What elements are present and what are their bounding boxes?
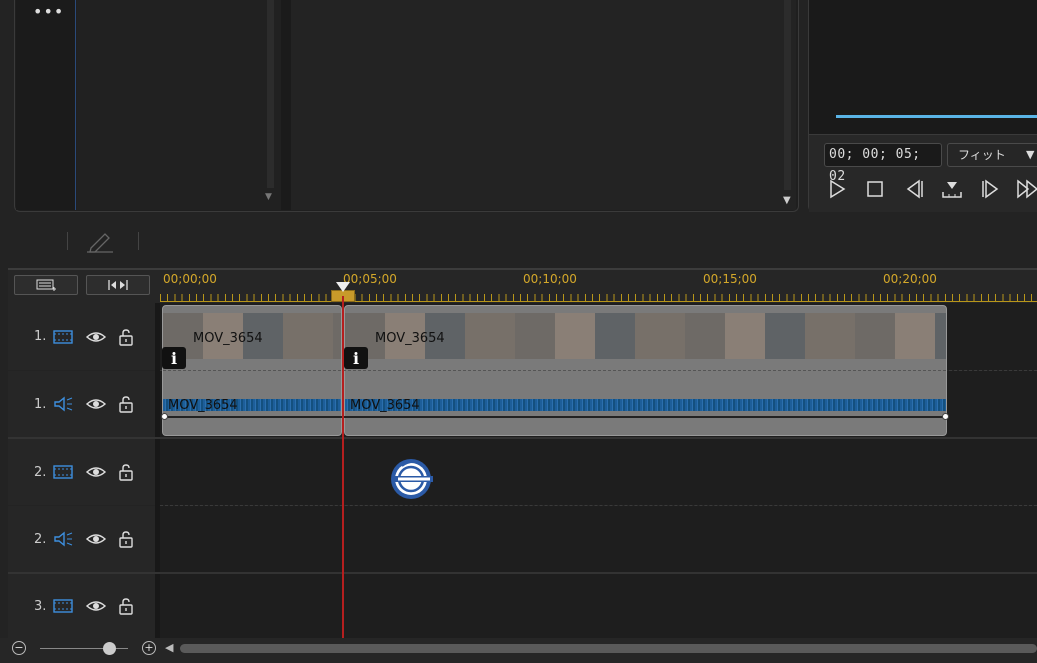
track-header-video-3: 3.	[8, 574, 155, 638]
info-icon[interactable]: i	[162, 347, 186, 369]
unlock-icon[interactable]	[117, 597, 135, 615]
eye-icon[interactable]	[85, 464, 107, 480]
ruler-label: 00;05;00	[343, 272, 397, 286]
zoom-out-button[interactable]: −	[12, 641, 26, 655]
content-scrollbar[interactable]: ▼	[780, 0, 794, 210]
playhead-handle[interactable]	[336, 282, 350, 292]
track-number: 1.	[34, 396, 47, 412]
volume-keyframe[interactable]	[161, 413, 168, 420]
timeline-horizontal-scrollbar[interactable]	[180, 644, 1037, 653]
scroll-down-icon[interactable]: ▼	[783, 195, 791, 206]
eye-icon[interactable]	[85, 598, 107, 614]
chevron-down-icon: ▼	[1026, 148, 1035, 161]
ruler-label: 00;15;00	[703, 272, 757, 286]
video-track-icon	[53, 465, 73, 479]
fit-label: フィット	[958, 148, 1006, 162]
track-row-video-2[interactable]	[160, 439, 1037, 505]
clip-title: MOV_3654	[168, 398, 238, 413]
logo-overlay-clip[interactable]	[388, 456, 436, 502]
media-content-pane	[291, 0, 796, 210]
next-frame-button[interactable]	[979, 177, 1003, 201]
scroll-down-icon[interactable]: ▼	[265, 192, 272, 202]
eye-icon[interactable]	[85, 531, 107, 547]
more-options-button[interactable]: •••	[33, 2, 64, 21]
track-header-audio-1: 1.	[8, 371, 155, 437]
preview-progress-bar[interactable]	[836, 115, 1037, 118]
pane-divider[interactable]	[281, 0, 291, 210]
playhead-line	[342, 296, 344, 638]
track-header-video-2: 2.	[8, 439, 155, 505]
ruler-label: 00;20;00	[883, 272, 937, 286]
video-track-icon	[53, 329, 73, 344]
toolbar-divider	[67, 232, 68, 250]
track-number: 2.	[34, 531, 47, 547]
fast-forward-button[interactable]	[1016, 177, 1037, 201]
unlock-icon[interactable]	[117, 463, 135, 481]
fit-timeline-icon	[108, 280, 128, 290]
track-row-audio-2[interactable]	[160, 506, 1037, 572]
snapshot-button[interactable]	[940, 177, 964, 201]
fit-timeline-button[interactable]	[86, 275, 150, 295]
track-manager-icon	[36, 279, 56, 291]
scroll-left-icon[interactable]: ◀	[165, 641, 173, 654]
previous-frame-icon	[906, 179, 923, 199]
unlock-icon[interactable]	[117, 395, 135, 413]
track-header-video-1: 1.	[8, 303, 155, 370]
audio-track-icon	[54, 396, 73, 412]
track-manager-button[interactable]	[14, 275, 78, 295]
play-icon	[830, 179, 846, 199]
ruler-baseline	[160, 301, 1037, 302]
ruler-label: 00;00;00	[163, 272, 217, 286]
info-icon[interactable]: i	[344, 347, 368, 369]
library-tree-pane	[77, 0, 281, 210]
track-number: 2.	[34, 464, 47, 480]
ruler-label: 00;10;00	[523, 272, 577, 286]
clip-separator	[163, 370, 946, 371]
library-scrollbar[interactable]: ▼	[264, 0, 276, 207]
stop-button[interactable]	[863, 177, 887, 201]
video-track-icon	[53, 599, 73, 613]
library-sidebar	[16, 0, 76, 210]
play-button[interactable]	[825, 177, 849, 201]
next-frame-icon	[982, 179, 999, 199]
logo-emblem-icon	[391, 459, 433, 499]
stop-icon	[867, 181, 883, 197]
edit-pen-icon[interactable]	[85, 230, 115, 254]
zoom-slider-handle[interactable]	[103, 642, 116, 655]
track-header-audio-2: 2.	[8, 506, 155, 572]
previous-frame-button[interactable]	[902, 177, 926, 201]
unlock-icon[interactable]	[117, 530, 135, 548]
toolbar-divider	[138, 232, 139, 250]
clip-title: MOV_3654	[350, 398, 420, 413]
eye-icon[interactable]	[85, 396, 107, 412]
unlock-icon[interactable]	[117, 328, 135, 346]
zoom-in-button[interactable]: +	[142, 641, 156, 655]
eye-icon[interactable]	[85, 329, 107, 345]
track-number: 3.	[34, 598, 47, 614]
clip-title: MOV_3654	[375, 331, 445, 346]
audio-waveform	[345, 399, 946, 411]
volume-keyframe[interactable]	[942, 413, 949, 420]
preview-screen	[809, 0, 1037, 134]
timecode-display[interactable]: 00; 00; 05; 02	[824, 143, 942, 184]
audio-track-icon	[54, 531, 73, 547]
marker-icon	[942, 182, 962, 198]
track-row-video-3[interactable]	[160, 574, 1037, 638]
fast-forward-icon	[1017, 179, 1037, 199]
zoom-fit-select[interactable]: フィット ▼	[947, 143, 1037, 167]
clip-title: MOV_3654	[193, 331, 263, 346]
volume-line[interactable]	[165, 416, 946, 418]
track-number: 1.	[34, 329, 47, 344]
